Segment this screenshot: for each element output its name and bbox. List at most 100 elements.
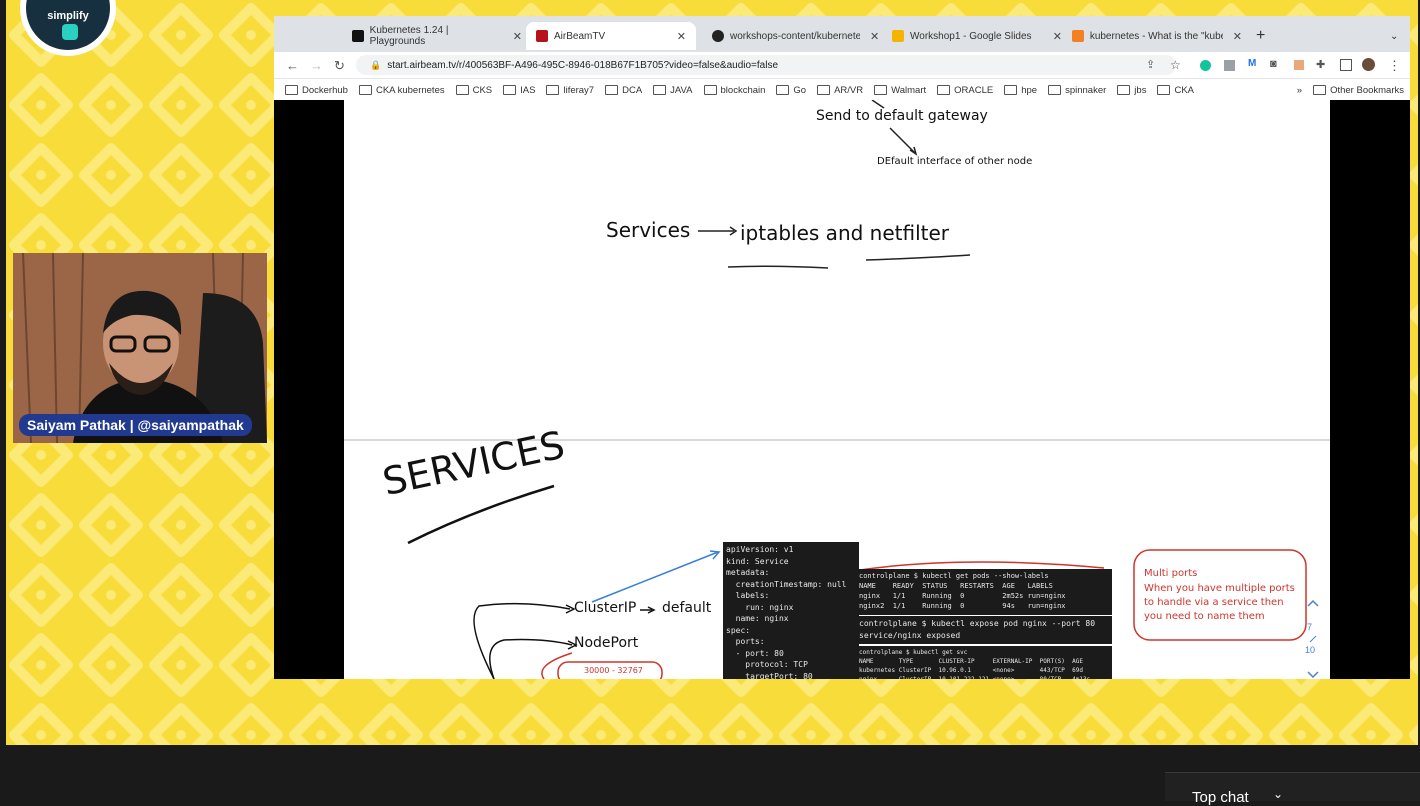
bookmark-ias[interactable]: IAS bbox=[503, 85, 535, 96]
yaml-screenshot: apiVersion: v1 kind: Service metadata: c… bbox=[723, 542, 859, 679]
folder-icon bbox=[874, 85, 888, 95]
tab-stackoverflow[interactable]: kubernetes - What is the "kube ✕ bbox=[1072, 22, 1242, 50]
bookmark-java[interactable]: JAVA bbox=[653, 85, 693, 96]
folder-icon bbox=[1313, 85, 1327, 95]
slide-top-note: Send to default gateway bbox=[816, 108, 988, 124]
extension-icon[interactable] bbox=[1224, 60, 1235, 71]
logo-icon bbox=[62, 24, 78, 40]
stream-background: simplify Saiyam Pathak | @saiyampathak K… bbox=[6, 0, 1418, 745]
tab-kubernetes-playgrounds[interactable]: Kubernetes 1.24 | Playgrounds ✕ bbox=[352, 22, 522, 50]
bookmark-ar-vr[interactable]: AR/VR bbox=[817, 85, 863, 96]
browser-window: Kubernetes 1.24 | Playgrounds ✕ AirBeamT… bbox=[274, 16, 1410, 679]
folder-icon bbox=[703, 85, 717, 95]
bookmark-spinnaker[interactable]: spinnaker bbox=[1048, 85, 1106, 96]
page-current: 7 bbox=[1307, 622, 1313, 632]
back-icon[interactable]: ← bbox=[286, 58, 299, 73]
tab-label: AirBeamTV bbox=[554, 30, 606, 42]
shared-screen: Send to default gateway DEfault interfac… bbox=[274, 100, 1410, 679]
bookmark-cka-kubernetes[interactable]: CKA kubernetes bbox=[358, 85, 445, 96]
logo-text: simplify bbox=[47, 10, 89, 22]
folder-icon bbox=[1048, 85, 1062, 95]
terminal-get-pods: controlplane $ kubectl get pods --show-l… bbox=[856, 569, 1112, 615]
tab-google-slides[interactable]: Workshop1 - Google Slides ✕ bbox=[892, 22, 1062, 50]
bookmark-cks[interactable]: CKS bbox=[455, 85, 492, 96]
close-icon[interactable]: ✕ bbox=[1053, 30, 1062, 43]
slide-default-word: default bbox=[662, 600, 712, 616]
terminal-get-svc: controlplane $ kubectl get svc NAME TYPE… bbox=[856, 646, 1112, 679]
bookmark-dca[interactable]: DCA bbox=[605, 85, 642, 96]
extension-icon[interactable] bbox=[1294, 60, 1304, 70]
folder-icon bbox=[358, 85, 372, 95]
share-icon[interactable]: ⇪ bbox=[1146, 58, 1155, 71]
folder-icon bbox=[937, 85, 951, 95]
whiteboard: Send to default gateway DEfault interfac… bbox=[344, 100, 1330, 679]
url-text: start.airbeam.tv/r/400563BF-A496-495C-89… bbox=[387, 59, 779, 71]
close-icon[interactable]: ✕ bbox=[513, 30, 522, 43]
tab-airbeamtv[interactable]: AirBeamTV ✕ bbox=[526, 22, 696, 50]
page-total: 10 bbox=[1305, 645, 1316, 655]
bookmark-liferay7[interactable]: liferay7 bbox=[546, 85, 594, 96]
slides-icon bbox=[892, 30, 904, 42]
new-tab-button[interactable]: + bbox=[1256, 22, 1265, 50]
folder-icon bbox=[546, 85, 560, 95]
tab-label: workshops-content/kubernetes bbox=[730, 30, 860, 42]
menu-icon[interactable]: ⋮ bbox=[1388, 58, 1401, 74]
slide-iptables-text: iptables and netfilter bbox=[740, 221, 950, 245]
tab-github[interactable]: workshops-content/kubernetes ✕ bbox=[712, 22, 882, 50]
tab-label: kubernetes - What is the "kube bbox=[1089, 30, 1223, 42]
top-chat-label: Top chat bbox=[1192, 789, 1249, 806]
bookmark-hpe[interactable]: hpe bbox=[1004, 85, 1037, 96]
folder-icon bbox=[653, 85, 667, 95]
more-bookmarks-button[interactable]: » bbox=[1297, 85, 1302, 96]
slide-clusterip: ClusterIP bbox=[574, 600, 637, 616]
tab-search-chevron-icon[interactable]: ⌄ bbox=[1390, 22, 1398, 50]
url-field[interactable]: 🔒 start.airbeam.tv/r/400563BF-A496-495C-… bbox=[356, 55, 1176, 75]
avatar[interactable] bbox=[1362, 58, 1375, 71]
bookmark-star-icon[interactable]: ☆ bbox=[1170, 58, 1181, 72]
tab-label: Kubernetes 1.24 | Playgrounds bbox=[369, 25, 449, 47]
so-icon bbox=[1072, 30, 1084, 42]
folder-icon bbox=[1004, 85, 1018, 95]
slide-services-text: Services bbox=[606, 218, 691, 242]
k-icon bbox=[352, 30, 364, 42]
bookmark-jbs[interactable]: jbs bbox=[1117, 85, 1146, 96]
folder-icon bbox=[817, 85, 831, 95]
bookmark-go[interactable]: Go bbox=[776, 85, 806, 96]
presenter-name-tag: Saiyam Pathak | @saiyampathak bbox=[19, 414, 252, 436]
m-extension-icon[interactable]: M bbox=[1248, 58, 1256, 69]
camera-icon[interactable]: ◙ bbox=[1270, 58, 1277, 70]
webcam-feed: Saiyam Pathak | @saiyampathak bbox=[13, 253, 267, 443]
folder-icon bbox=[776, 85, 790, 95]
top-chat-selector[interactable]: Top chat ⌄ bbox=[1165, 772, 1420, 806]
bookmark-oracle[interactable]: ORACLE bbox=[937, 85, 993, 96]
bookmark-dockerhub[interactable]: Dockerhub bbox=[285, 85, 348, 96]
slide-port-range: 30000 - 32767 bbox=[584, 666, 643, 675]
lock-icon: 🔒 bbox=[370, 59, 382, 70]
address-bar: ← → ↻ 🔒 start.airbeam.tv/r/400563BF-A496… bbox=[274, 52, 1410, 79]
folder-icon bbox=[605, 85, 619, 95]
github-icon bbox=[712, 30, 724, 42]
note-body: When you have multiple ports to handle v… bbox=[1144, 583, 1295, 622]
tab-bar: Kubernetes 1.24 | Playgrounds ✕ AirBeamT… bbox=[274, 16, 1410, 52]
note-title: Multi ports bbox=[1144, 568, 1198, 579]
close-icon[interactable]: ✕ bbox=[677, 30, 686, 43]
bookmark-cka[interactable]: CKA bbox=[1157, 85, 1194, 96]
reload-icon[interactable]: ↻ bbox=[334, 58, 345, 74]
bookmarks-bar: Dockerhub CKA kubernetes CKS IAS liferay… bbox=[274, 79, 1410, 101]
grammarly-icon[interactable] bbox=[1200, 60, 1211, 71]
folder-icon bbox=[285, 85, 298, 95]
sidepanel-icon[interactable] bbox=[1340, 59, 1352, 71]
close-icon[interactable]: ✕ bbox=[870, 30, 879, 43]
folder-icon bbox=[503, 85, 517, 95]
chevron-down-icon: ⌄ bbox=[1273, 787, 1284, 801]
forward-icon[interactable]: → bbox=[310, 58, 323, 73]
other-bookmarks[interactable]: Other Bookmarks bbox=[1313, 85, 1404, 96]
close-icon[interactable]: ✕ bbox=[1233, 30, 1242, 43]
folder-icon bbox=[1157, 85, 1171, 95]
bookmark-blockchain[interactable]: blockchain bbox=[703, 85, 765, 96]
terminal-expose: controlplane $ kubectl expose pod nginx … bbox=[856, 616, 1112, 644]
slide-sub-note: DEfault interface of other node bbox=[877, 156, 1033, 167]
bookmark-walmart[interactable]: Walmart bbox=[874, 85, 926, 96]
puzzle-icon[interactable]: ✚ bbox=[1316, 58, 1325, 71]
slide-nodeport: NodePort bbox=[574, 635, 639, 651]
